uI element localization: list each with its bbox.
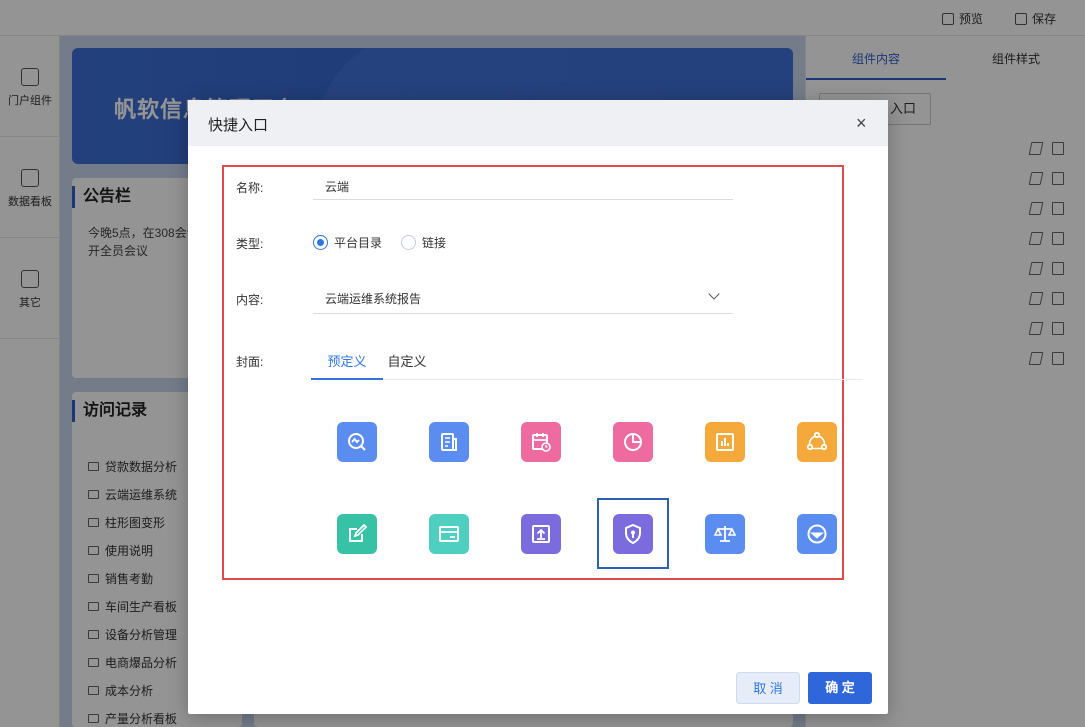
- close-icon[interactable]: ×: [856, 114, 867, 132]
- cover-tabs: 预定义 自定义: [311, 345, 863, 380]
- quick-entry-dialog: 快捷入口 × 名称: 类型: 平台目录 链接 内容: 云端运维系统报告 封面: …: [188, 100, 888, 714]
- tab-predefined[interactable]: 预定义: [311, 351, 383, 380]
- name-label: 名称:: [236, 181, 264, 195]
- edit-icon[interactable]: [337, 514, 377, 554]
- steering-wheel-icon[interactable]: [797, 514, 837, 554]
- dialog-header: 快捷入口 ×: [188, 100, 888, 146]
- balance-scale-icon[interactable]: [705, 514, 745, 554]
- tab-custom[interactable]: 自定义: [383, 351, 431, 380]
- radio-link[interactable]: 链接: [401, 234, 446, 251]
- analysis-icon[interactable]: [337, 422, 377, 462]
- type-label: 类型:: [236, 237, 264, 251]
- pie-chart-icon[interactable]: [613, 422, 653, 462]
- radio-label: 链接: [422, 236, 447, 250]
- radio-checked-icon: [313, 235, 328, 250]
- radio-platform-directory[interactable]: 平台目录: [313, 234, 382, 251]
- share-nodes-icon[interactable]: [797, 422, 837, 462]
- chevron-down-icon: [708, 288, 720, 300]
- security-shield-icon[interactable]: [613, 514, 653, 554]
- radio-label: 平台目录: [334, 236, 383, 250]
- content-select-value: 云端运维系统报告: [325, 292, 422, 306]
- content-select[interactable]: 云端运维系统报告: [313, 284, 733, 314]
- radio-unchecked-icon: [401, 235, 416, 250]
- calendar-icon[interactable]: [521, 422, 561, 462]
- cancel-button[interactable]: 取 消: [736, 672, 800, 704]
- report-icon[interactable]: [429, 422, 469, 462]
- upload-icon[interactable]: [521, 514, 561, 554]
- dialog-title: 快捷入口: [208, 117, 269, 134]
- content-label: 内容:: [236, 293, 264, 307]
- card-icon[interactable]: [429, 514, 469, 554]
- confirm-button[interactable]: 确 定: [808, 672, 872, 704]
- cover-label: 封面:: [236, 355, 264, 369]
- bar-chart-icon[interactable]: [705, 422, 745, 462]
- name-field[interactable]: [313, 174, 733, 200]
